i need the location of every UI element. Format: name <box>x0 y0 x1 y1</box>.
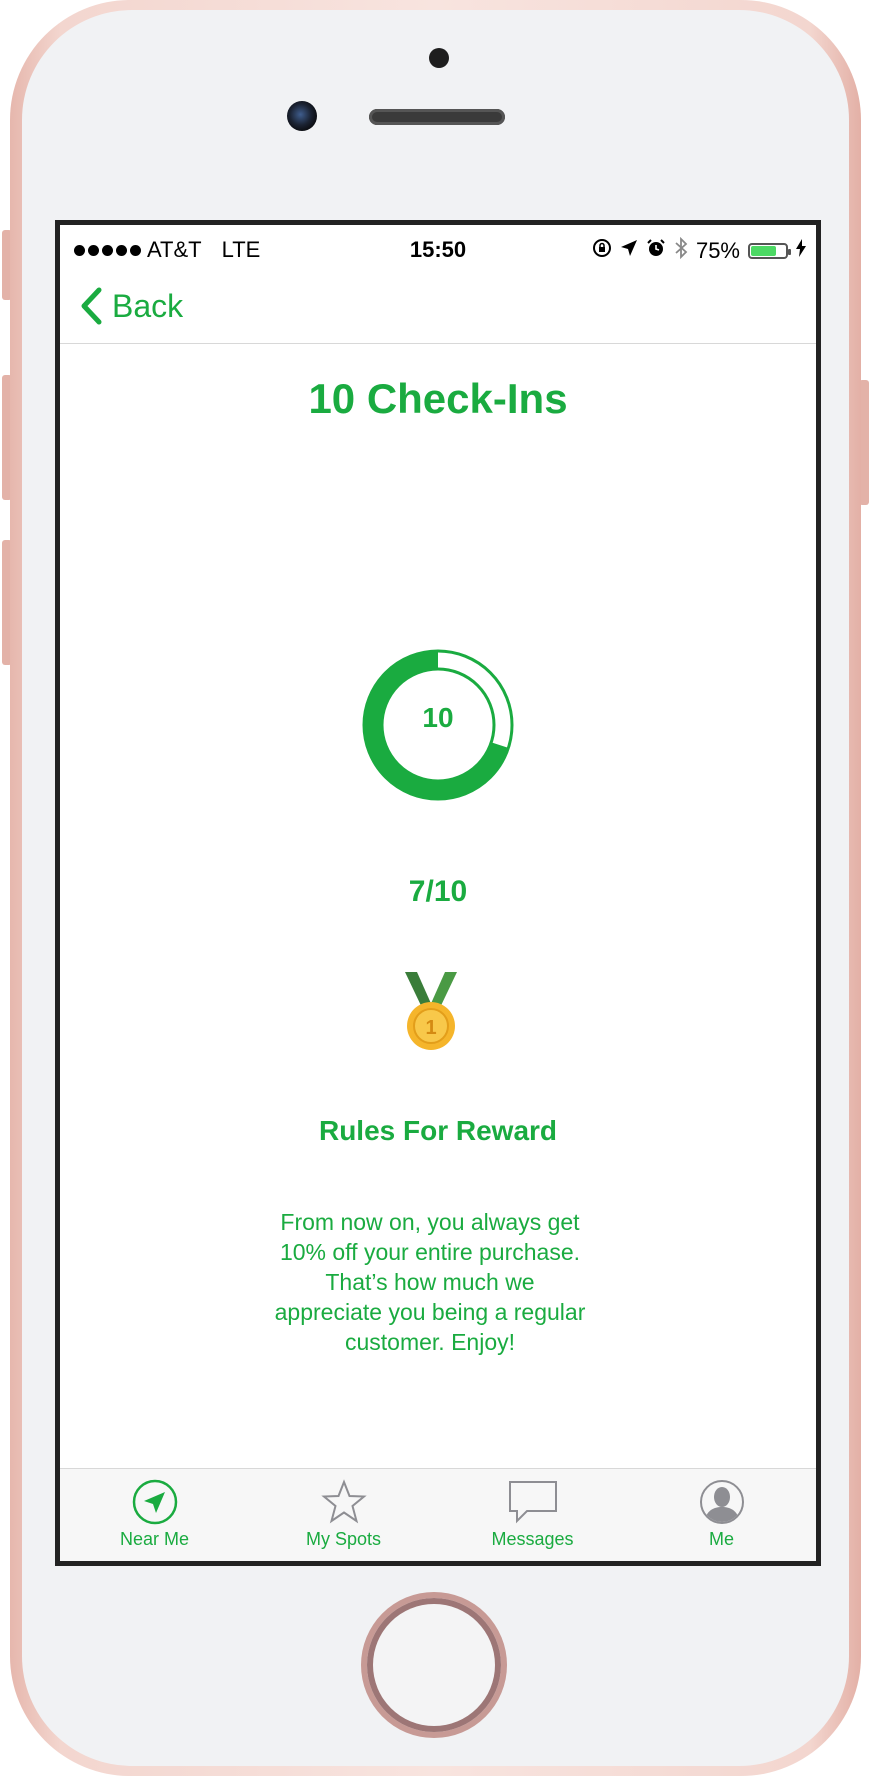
rotation-lock-icon <box>592 238 612 263</box>
back-button[interactable]: Back <box>80 287 183 325</box>
battery-level <box>751 245 776 256</box>
star-icon <box>320 1479 367 1524</box>
chevron-left-icon <box>81 287 102 325</box>
front-camera <box>287 101 317 131</box>
proximity-sensor <box>429 48 449 68</box>
tab-bar: Near Me My Spots Messages Me <box>60 1468 816 1561</box>
battery-percent: 75% <box>695 237 740 263</box>
medal-icon: 1 <box>403 970 459 1052</box>
profile-icon <box>699 1480 744 1524</box>
tab-my-spots[interactable]: My Spots <box>249 1469 438 1561</box>
rules-title: Rules For Reward <box>318 1115 558 1146</box>
tab-label: Me <box>708 1529 734 1549</box>
tab-label: Near Me <box>119 1529 190 1549</box>
phone-frame: AT&T LTE 15:50 75% Back 10 Check-Ins 10 … <box>2 0 869 1776</box>
ring-label: 10 <box>422 702 454 733</box>
battery-icon <box>748 242 791 259</box>
tab-me[interactable]: Me <box>627 1469 816 1561</box>
rules-line: customer. Enjoy! <box>344 1329 516 1355</box>
checkin-count: 7/10 <box>408 875 468 908</box>
location-arrow-icon <box>132 1479 177 1525</box>
rules-line: appreciate you being a regular <box>274 1299 586 1325</box>
home-button[interactable] <box>367 1598 501 1732</box>
charging-bolt-icon <box>796 239 806 262</box>
rules-line: That’s how much we <box>325 1269 535 1295</box>
location-services-icon <box>620 239 638 262</box>
reward-title: 10 Check-Ins <box>308 375 568 422</box>
rules-line: 10% off your entire purchase. <box>279 1239 581 1265</box>
rules-line: From now on, you always get <box>280 1209 580 1235</box>
alarm-icon <box>646 238 666 263</box>
progress-ring: 10 <box>360 647 516 803</box>
speech-bubble-icon <box>508 1481 557 1524</box>
back-label: Back <box>112 287 184 324</box>
tab-messages[interactable]: Messages <box>438 1469 627 1561</box>
svg-text:1: 1 <box>425 1017 436 1039</box>
navigation-bar: Back <box>60 277 816 344</box>
rules-description: From now on, you always get 10% off your… <box>250 1207 610 1357</box>
screen: AT&T LTE 15:50 75% Back 10 Check-Ins 10 … <box>55 220 821 1566</box>
status-bar: AT&T LTE 15:50 75% <box>60 225 816 277</box>
tab-near-me[interactable]: Near Me <box>60 1469 249 1561</box>
tab-label: My Spots <box>305 1529 382 1549</box>
earpiece-speaker <box>369 109 505 125</box>
tab-label: Messages <box>491 1529 574 1549</box>
bluetooth-icon <box>674 236 688 264</box>
